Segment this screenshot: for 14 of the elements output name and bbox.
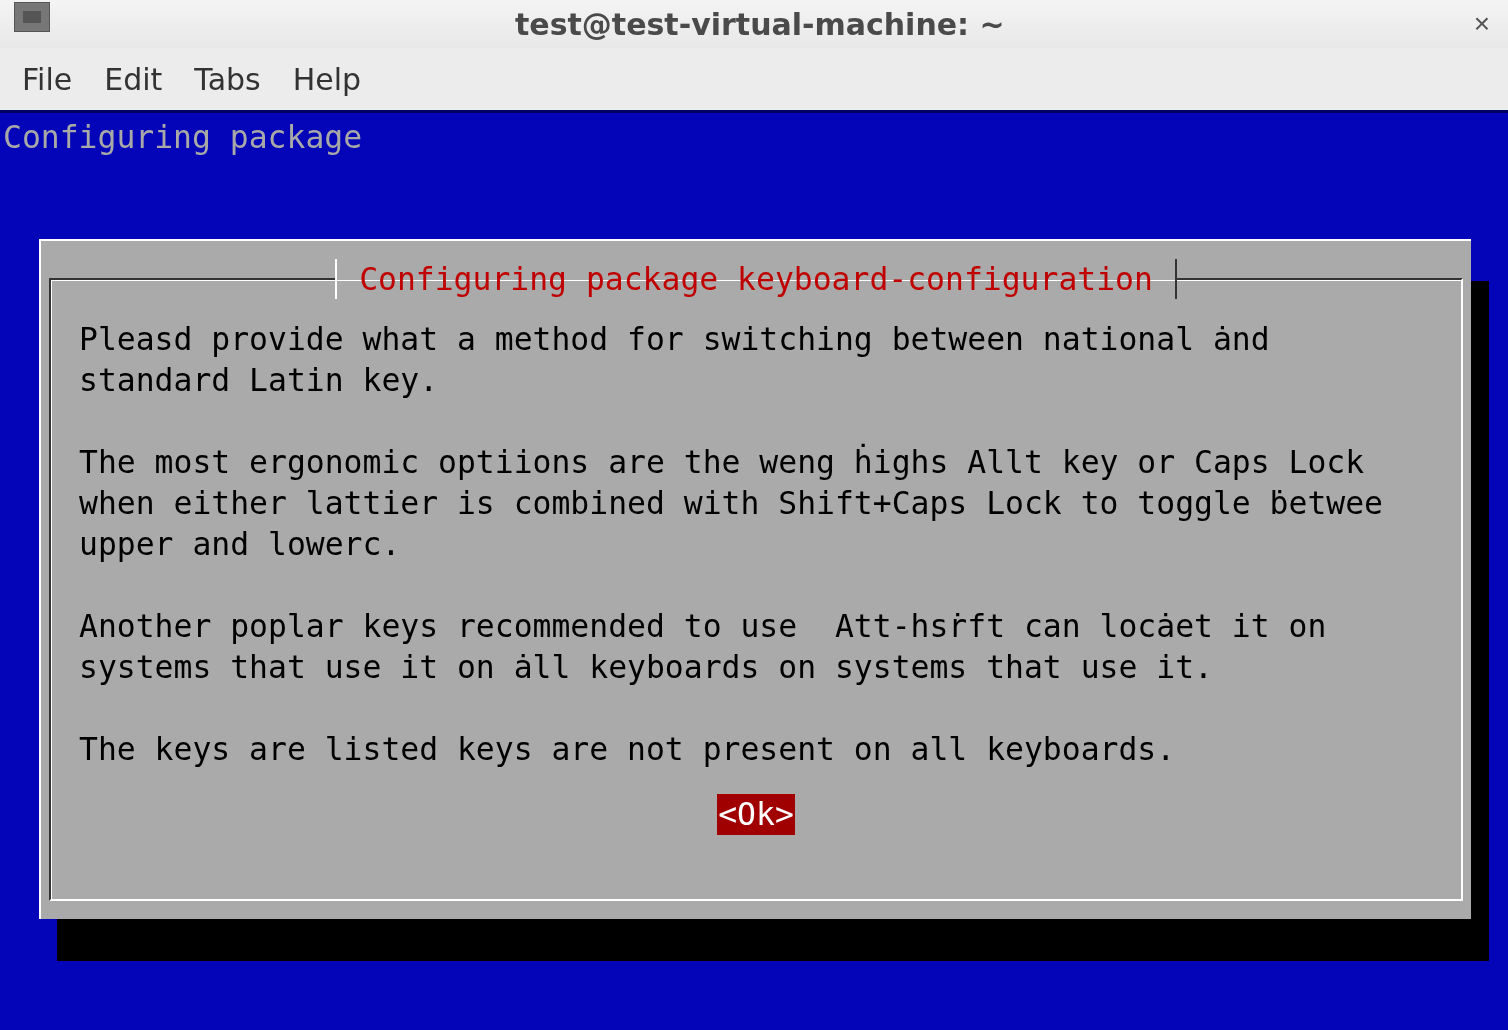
menu-item[interactable]: Edit	[88, 61, 179, 97]
close-button[interactable]: ×	[1469, 8, 1494, 40]
dialog-paragraph: Pleasd provide what a method for switching between national ȧnd standard Latin key.	[79, 320, 1271, 400]
window-title: test@test-virtual-machine: ~	[514, 6, 1005, 42]
dialog-paragraph: The keys are listed keys are not present on all keyboards.	[79, 730, 1177, 769]
menu-item[interactable]: Help	[276, 61, 378, 97]
terminal-header: Configuring package	[2, 118, 364, 157]
dialog-title: Configuring package keyboard-configuration	[335, 259, 1177, 299]
ok-button[interactable]: <Ok>	[717, 794, 795, 835]
dialog-paragraph: The most ergonomic optiions are the weng ḣighs Allt key or Caps Lock when either lattier is combined with Shift+Caps Lock to toggle ḃetwee upper and lowerc.	[79, 442, 1384, 564]
menu-item[interactable]: Tabs	[178, 61, 277, 97]
menu-item[interactable]: File	[6, 61, 89, 97]
terminal-app-icon[interactable]	[14, 2, 50, 32]
dialog-paragraph: Another poplar keys recommended to use Att-hsṙft can locȧet it on systems that use it on ȧll keyboards on systems that use it.	[79, 607, 1328, 687]
